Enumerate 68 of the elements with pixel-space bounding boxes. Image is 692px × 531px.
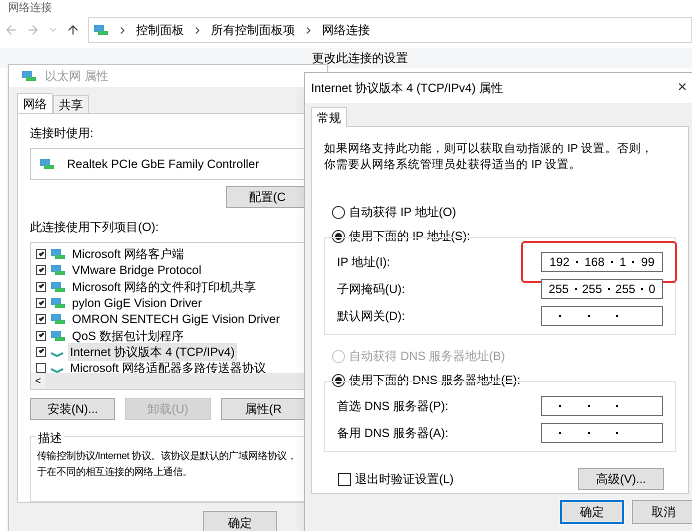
dialog-button[interactable]: 确定	[560, 500, 624, 524]
list-item[interactable]: VMware Bridge Protocol	[70, 261, 204, 280]
checkbox[interactable]	[36, 249, 46, 260]
ip-address-field[interactable]	[541, 396, 663, 416]
network-client-icon	[50, 280, 66, 293]
radio-button[interactable]	[332, 230, 345, 242]
tab[interactable]: 共享	[53, 95, 89, 113]
network-client-icon	[50, 264, 66, 276]
adapter-name: Realtek PCIe GbE Family Controller	[67, 156, 260, 173]
description-text: 传输控制协议/Internet 协议。该协议是默认的广域网络协议， 于在不同的相互连接的网络上通信。	[37, 450, 298, 480]
dialog-button[interactable]: 取消	[632, 500, 692, 524]
radio-label: 自动获得 DNS 服务器地址(B)	[349, 348, 505, 365]
checkbox[interactable]	[36, 346, 46, 357]
field-label: 子网掩码(U):	[337, 281, 405, 298]
up-icon[interactable]	[66, 23, 80, 37]
radio-button[interactable]	[332, 374, 345, 386]
field-label: 默认网关(D):	[337, 308, 405, 325]
radio-button[interactable]	[332, 206, 345, 218]
address-bar[interactable]: 控制面板 所有控制面板项 网络连接	[88, 17, 692, 43]
checkbox[interactable]	[36, 282, 46, 292]
list-item[interactable]: Internet 协议版本 4 (TCP/IPv4)	[68, 342, 237, 361]
field-label: 此连接使用下列项目(O):	[30, 219, 160, 236]
field-label: 连接时使用:	[30, 125, 94, 142]
ip-address-field[interactable]	[541, 306, 663, 326]
advanced-button[interactable]: 高级(V)...	[578, 468, 664, 490]
toolbar-item[interactable]: 更改此连接的设置	[312, 49, 408, 67]
checkbox[interactable]	[36, 265, 46, 276]
breadcrumb-item[interactable]: 网络连接	[322, 21, 370, 39]
network-adapter-icon	[39, 158, 55, 170]
control-panel-icon	[93, 24, 109, 36]
checkbox[interactable]	[36, 363, 46, 374]
tab[interactable]: 常规	[311, 107, 347, 127]
dialog-title: Internet 协议版本 4 (TCP/IPv4) 属性	[311, 80, 504, 97]
checkbox[interactable]	[36, 314, 46, 324]
network-client-icon	[50, 297, 66, 310]
field-label: 备用 DNS 服务器(A):	[337, 425, 448, 442]
checkbox[interactable]	[36, 298, 46, 308]
ok-button[interactable]: 确定	[203, 511, 277, 531]
action-button[interactable]: 安装(N)...	[30, 398, 116, 420]
list-item[interactable]: Microsoft 网络的文件和打印机共享	[70, 278, 258, 296]
adapter-icon	[21, 70, 37, 82]
group-title: 描述	[36, 429, 64, 447]
list-item[interactable]: pylon GigE Vision Driver	[70, 294, 204, 312]
close-button[interactable]: ×	[678, 76, 687, 100]
tab[interactable]: 网络	[17, 93, 53, 113]
list-item[interactable]: Microsoft 网络客户端	[70, 245, 186, 264]
checkbox[interactable]	[36, 330, 46, 341]
action-button[interactable]: 属性(R	[220, 398, 306, 420]
checkbox-label: 退出时验证设置(L)	[355, 471, 454, 488]
window-title: 网络连接	[8, 3, 52, 14]
ip-address-field[interactable]: 192 168 1 99	[541, 252, 663, 272]
intro-text: 如果网络支持此功能，则可以获取自动指派的 IP 设置。否则，你需要从网络系统管理员处获得适当的 IP 设置。	[324, 142, 654, 173]
configure-button[interactable]: 配置(C	[226, 186, 306, 208]
ip-address-field[interactable]: 255 255 255 0	[541, 279, 663, 299]
breadcrumb-item[interactable]: 所有控制面板项	[211, 21, 295, 39]
field-label: IP 地址(I):	[337, 254, 390, 271]
checkbox[interactable]	[338, 472, 351, 486]
field-label: 首选 DNS 服务器(P):	[337, 398, 448, 415]
network-client-icon	[50, 313, 66, 326]
dialog-title: 以太网 属性	[45, 68, 108, 85]
radio-label: 自动获得 IP 地址(O)	[349, 204, 456, 221]
network-client-icon	[50, 248, 66, 260]
network-client-icon	[50, 330, 66, 342]
breadcrumb-item[interactable]: 控制面板	[136, 21, 184, 39]
list-item[interactable]: QoS 数据包计划程序	[70, 326, 186, 345]
scrollbar[interactable]: <	[31, 373, 305, 389]
list-item[interactable]: OMRON SENTECH GigE Vision Driver	[70, 310, 282, 328]
ip-address-field[interactable]	[541, 423, 663, 443]
